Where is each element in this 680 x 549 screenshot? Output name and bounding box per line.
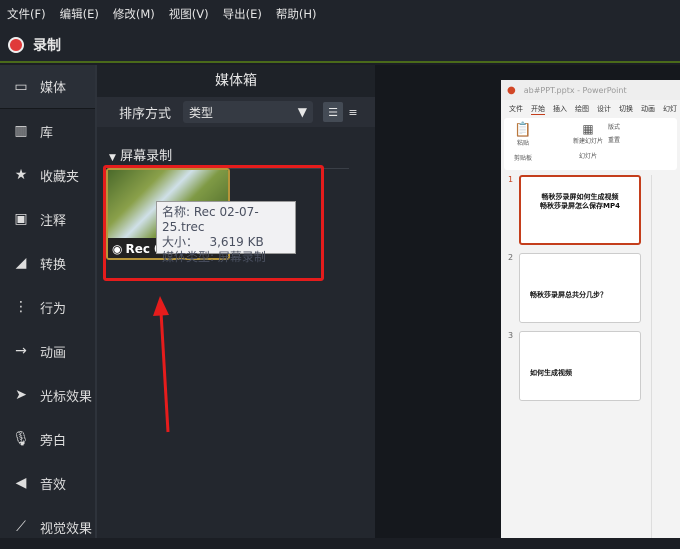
slide-number: 1 (508, 175, 514, 184)
ppt-tabs: 文件 开始 插入 绘图 设计 切换 动画 幻灯 (501, 100, 680, 118)
slide-number: 3 (508, 331, 514, 340)
clipboard-group-label: 剪贴板 (513, 155, 532, 162)
ppt-tab[interactable]: 开始 (531, 104, 545, 115)
ppt-tab[interactable]: 文件 (509, 104, 523, 114)
reset-button[interactable]: 重置 (608, 135, 638, 144)
slide-title: 畅秋莎录屏如何生成视频 畅秋莎录屏怎么保存MP4 (540, 193, 620, 210)
ppt-tab[interactable]: 插入 (553, 104, 567, 114)
ppt-filename: ab#PPT.pptx - PowerPoint (523, 85, 627, 95)
slide-number: 2 (508, 253, 514, 262)
slide-title: 如何生成视频 (530, 369, 572, 377)
ppt-tab[interactable]: 设计 (597, 104, 611, 114)
layout-button[interactable]: 版式 (608, 122, 638, 131)
slide-thumbnail[interactable]: 畅秋莎录屏如何生成视频 畅秋莎录屏怎么保存MP4 (519, 175, 641, 245)
ppt-ribbon: 📋 粘贴剪贴板 ▦ 新建幻灯片幻灯片 版式重置 (504, 118, 677, 170)
ppt-tab[interactable]: 幻灯 (663, 104, 677, 114)
new-slide-button[interactable]: 新建幻灯片 (568, 136, 608, 145)
new-slide-icon: ▦ (582, 122, 594, 136)
ppt-tab[interactable]: 绘图 (575, 104, 589, 114)
powerpoint-window: ● ab#PPT.pptx - PowerPoint 文件 开始 插入 绘图 设计 切换 动画… (501, 80, 680, 538)
slide-thumbnail[interactable]: 如何生成视频 (519, 331, 641, 401)
ppt-tab[interactable]: 动画 (641, 104, 655, 114)
slide-thumbnail[interactable]: 畅秋莎录屏总共分几步？ (519, 253, 641, 323)
ppt-logo-icon: ● (507, 84, 516, 96)
paste-icon: 📋 (514, 122, 532, 138)
paste-button[interactable]: 粘贴 (508, 138, 538, 147)
slides-group-label: 幻灯片 (578, 153, 597, 160)
slide-title: 畅秋莎录屏总共分几步？ (530, 291, 607, 299)
ppt-tab[interactable]: 切换 (619, 104, 633, 114)
